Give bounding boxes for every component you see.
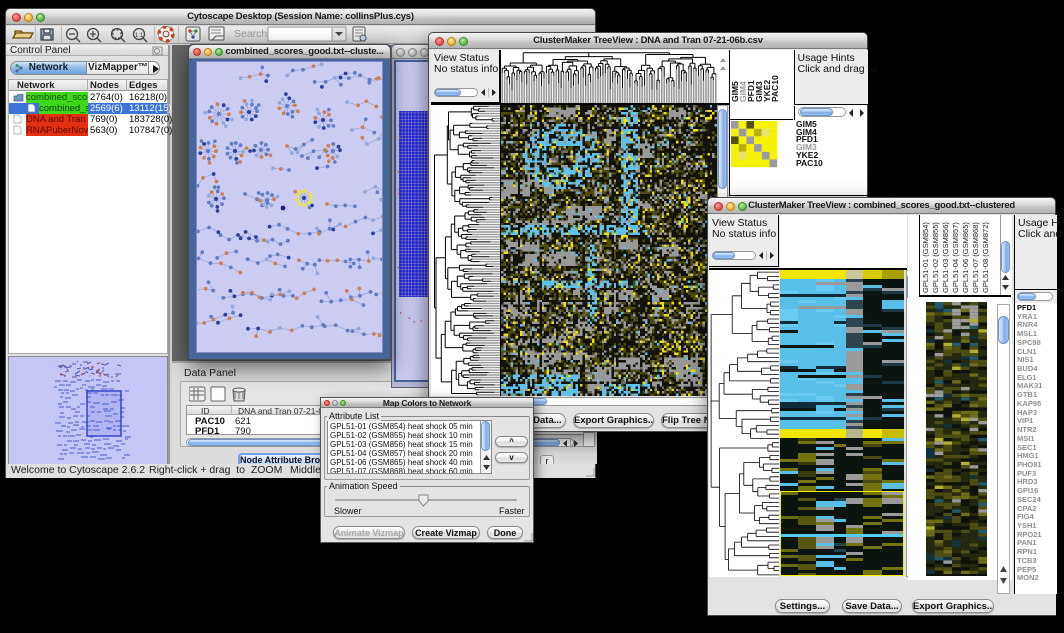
svg-text:GPL51-04 (GSM857): GPL51-04 (GSM857): [951, 222, 960, 293]
svg-text:GPL51-02 (GSM855): GPL51-02 (GSM855): [931, 222, 940, 293]
svg-text:GPL51-03 (GSM856): GPL51-03 (GSM856): [941, 222, 950, 293]
svg-text:Search:: Search:: [234, 28, 270, 40]
svg-text:GPL51-07 (GSM868): GPL51-07 (GSM868): [971, 222, 980, 293]
svg-text:PAC10: PAC10: [770, 75, 780, 102]
svg-text:GPL51-01 (GSM854): GPL51-01 (GSM854): [921, 222, 930, 293]
svg-text:1:1: 1:1: [135, 33, 144, 39]
svg-text:GPL51-08 (GSM872): GPL51-08 (GSM872): [981, 222, 990, 293]
svg-text:GPL51-06 (GSM865): GPL51-06 (GSM865): [961, 222, 970, 293]
